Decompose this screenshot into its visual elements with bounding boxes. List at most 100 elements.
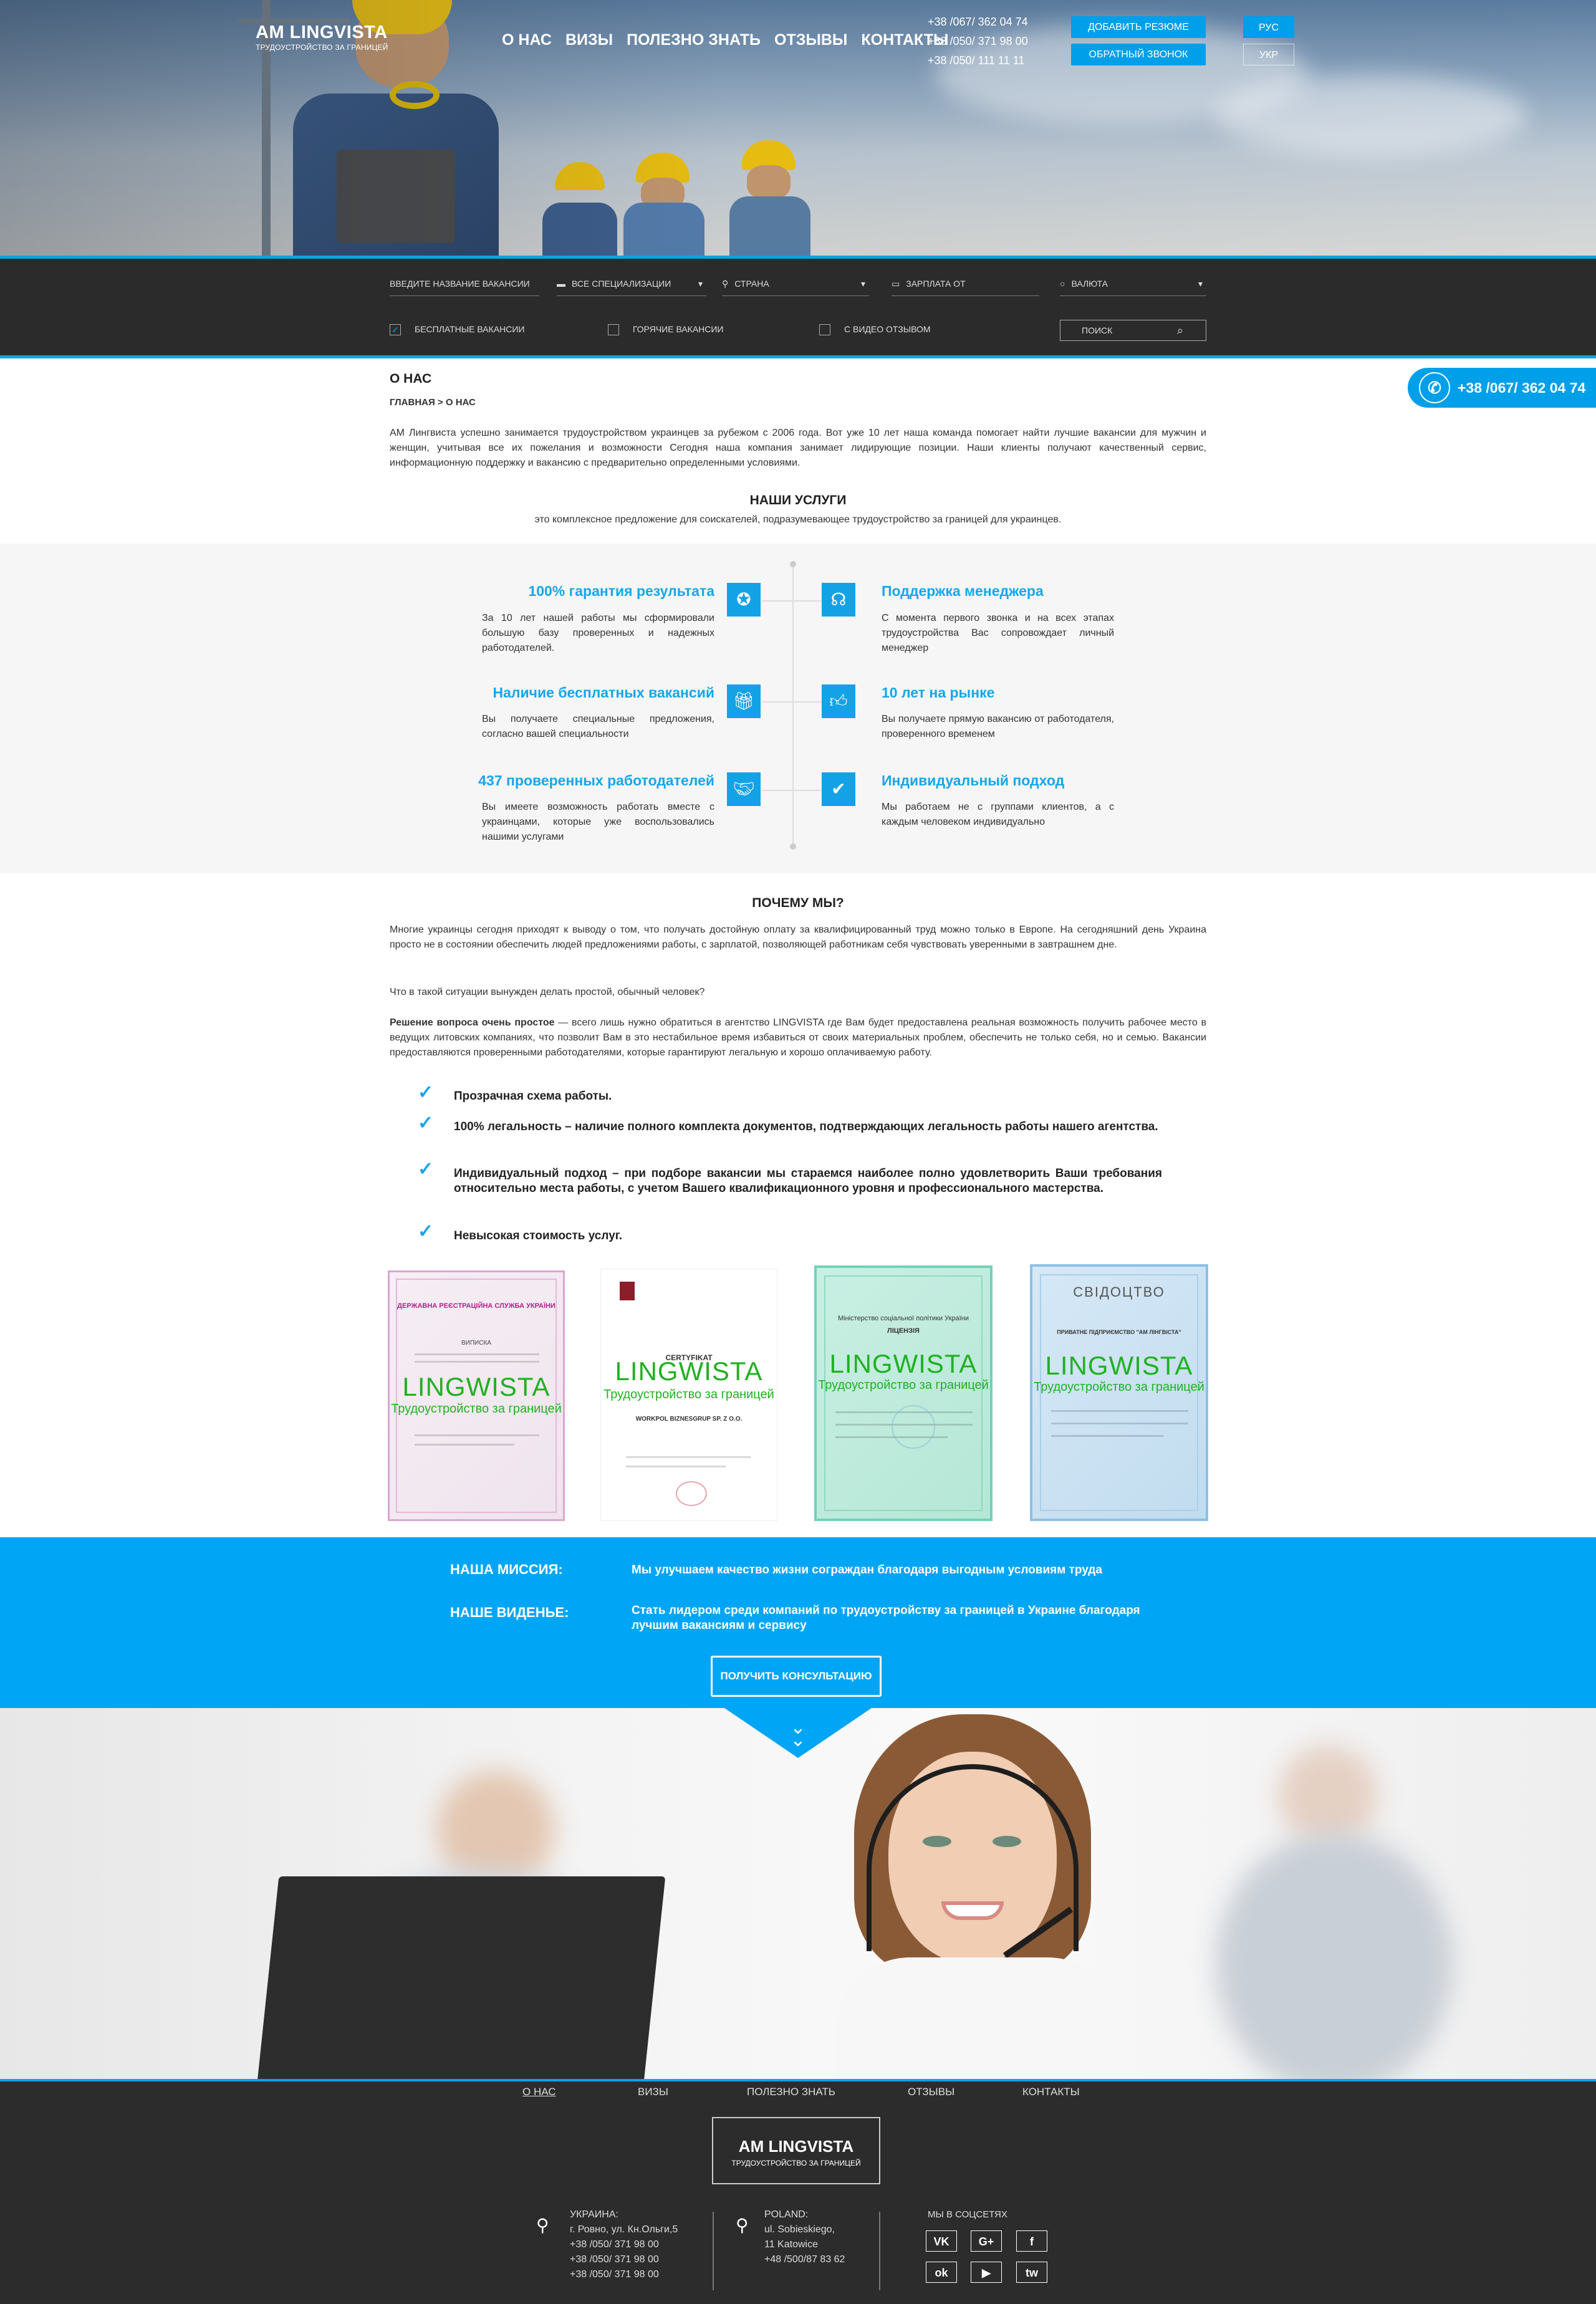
callback-button[interactable]: ОБРАТНЫЙ ЗВОНОК	[1071, 44, 1206, 65]
mission-label: НАША МИССИЯ:	[450, 1562, 563, 1577]
vacancy-search-input[interactable]: ВВЕДИТЕ НАЗВАНИЕ ВАКАНСИИ	[390, 271, 539, 296]
logo-title: AM LINGVISTA	[256, 22, 388, 42]
odnoklassniki-icon[interactable]: ok	[926, 2262, 957, 2283]
certificate-watermark-sub: Трудоустройство за границей	[603, 1388, 774, 1401]
search-box[interactable]: ПОИСК ⌕	[1060, 320, 1206, 341]
timeline-dot	[790, 561, 796, 567]
add-resume-button[interactable]: ДОБАВИТЬ РЕЗЮМЕ	[1071, 16, 1206, 38]
lang-ru-button[interactable]: РУС	[1243, 16, 1294, 38]
services-section	[0, 544, 1596, 873]
footer-nav-visas[interactable]: ВИЗЫ	[638, 2086, 668, 2098]
header-logo[interactable]: AM LINGVISTA ТРУДОУСТРОЙСТВО ЗА ГРАНИЦЕЙ	[256, 22, 388, 52]
checkbox-label: БЕСПЛАТНЫЕ ВАКАНСИИ	[415, 324, 525, 334]
twitter-icon[interactable]: tw	[1016, 2262, 1047, 2283]
phone-number[interactable]: +38 /050/ 111 11 11	[928, 51, 1028, 70]
nav-about[interactable]: О НАС	[502, 31, 552, 49]
award-icon: ✪	[727, 583, 761, 617]
service-title: Индивидуальный подход	[882, 772, 1065, 789]
certificate-image[interactable]: Міністерство соціальної політики України…	[814, 1265, 993, 1521]
service-text: За 10 лет нашей работы мы сформировали б…	[482, 613, 714, 653]
footer-logo-title: AM LINGVISTA	[738, 2137, 854, 2156]
address-phone[interactable]: +48 /500/87 83 62	[764, 2252, 845, 2267]
certificate-heading: ДЕРЖАВНА РЕЄСТРАЦІЙНА СЛУЖБА УКРАЇНИ	[397, 1302, 555, 1310]
footer-nav-reviews[interactable]: ОТЗЫВЫ	[908, 2086, 954, 2098]
footer-nav-useful[interactable]: ПОЛЕЗНО ЗНАТЬ	[747, 2086, 835, 2098]
salary-input[interactable]: ▭ ЗАРПЛАТА ОТ	[892, 271, 1039, 296]
solution-bold: Решение вопроса очень простое	[390, 1017, 555, 1028]
service-title: Поддержка менеджера	[882, 583, 1044, 599]
monitor-shape	[257, 1876, 666, 2079]
call-widget[interactable]: ✆ +38 /067/ 362 04 74	[1408, 368, 1596, 408]
gift-icon: 🎁︎	[727, 684, 761, 718]
caret-down-icon: ▾	[698, 279, 703, 289]
currency-select[interactable]: ○ ВАЛЮТА ▾	[1060, 271, 1206, 296]
user-check-icon: ✔	[822, 772, 855, 806]
video-review-checkbox[interactable]: С ВИДЕО ОТЗЫВОМ	[819, 322, 931, 336]
benefit-item: Невысокая стоимость услуг.	[454, 1229, 623, 1242]
breadcrumb[interactable]: ГЛАВНАЯ > О НАС	[390, 397, 476, 408]
lang-ua-button[interactable]: УКР	[1243, 44, 1294, 65]
nav-useful[interactable]: ПОЛЕЗНО ЗНАТЬ	[627, 31, 761, 49]
certificate-heading: СВІДОЦТВО	[1073, 1284, 1165, 1300]
certificate-subheading: ПРИВАТНЕ ПІДПРИЄМСТВО "АМ ЛІНГВІСТА"	[1057, 1329, 1181, 1335]
address-phone[interactable]: +38 /050/ 371 98 00	[570, 2252, 678, 2267]
country-select[interactable]: ⚲ СТРАНА ▾	[722, 271, 869, 296]
main-nav: О НАС ВИЗЫ ПОЛЕЗНО ЗНАТЬ ОТЗЫВЫ КОНТАКТЫ	[502, 31, 963, 49]
footer-logo[interactable]: AM LINGVISTA ТРУДОУСТРОЙСТВО ЗА ГРАНИЦЕЙ	[712, 2117, 880, 2184]
service-title: 10 лет на рынке	[882, 684, 995, 701]
hot-vacancies-checkbox[interactable]: ГОРЯЧИЕ ВАКАНСИИ	[608, 322, 724, 336]
facebook-icon[interactable]: f	[1016, 2230, 1047, 2252]
footer-nav-about[interactable]: О НАС	[522, 2086, 555, 2098]
ukraine-address: УКРАИНА: г. Ровно, ул. Кн.Ольги,5 +38 /0…	[570, 2207, 678, 2282]
checkbox-icon	[819, 324, 830, 336]
search-panel: ВВЕДИТЕ НАЗВАНИЕ ВАКАНСИИ ▬ ВСЕ СПЕЦИАЛИЗ…	[0, 256, 1596, 358]
checkbox-label: ГОРЯЧИЕ ВАКАНСИИ	[633, 324, 724, 334]
consultation-button[interactable]: ПОЛУЧИТЬ КОНСУЛЬТАЦИЮ	[711, 1656, 882, 1697]
address-phone[interactable]: +38 /050/ 371 98 00	[570, 2267, 678, 2282]
certificate-image[interactable]: ДЕРЖАВНА РЕЄСТРАЦІЙНА СЛУЖБА УКРАЇНИ ВИП…	[388, 1270, 565, 1521]
free-vacancies-checkbox[interactable]: ✓ БЕСПЛАТНЫЕ ВАКАНСИИ	[390, 322, 524, 336]
operator-woman	[829, 1714, 1128, 2079]
service-text: Вы получаете специальные предложения, со…	[482, 714, 714, 739]
youtube-icon[interactable]: ▶	[971, 2262, 1002, 2283]
logo-subtitle: ТРУДОУСТРОЙСТВО ЗА ГРАНИЦЕЙ	[256, 43, 388, 52]
phone-number[interactable]: +38 /050/ 371 98 00	[928, 32, 1028, 51]
address-line: УКРАИНА:	[570, 2209, 618, 2220]
why-question: Что в такой ситуации вынужден делать про…	[390, 987, 705, 997]
why-solution: Решение вопроса очень простое — всего ли…	[390, 1015, 1206, 1060]
certificate-watermark: LINGWISTA	[1045, 1351, 1193, 1380]
footer-nav-contacts[interactable]: КОНТАКТЫ	[1022, 2086, 1080, 2098]
call-widget-phone: +38 /067/ 362 04 74	[1458, 380, 1586, 396]
google-plus-icon[interactable]: G+	[971, 2230, 1002, 2252]
nav-reviews[interactable]: ОТЗЫВЫ	[774, 31, 847, 49]
service-text: Вы получаете прямую вакансию от работода…	[882, 714, 1114, 739]
certificate-subheading: ЛІЦЕНЗІЯ	[887, 1327, 920, 1335]
footer-divider	[713, 2212, 714, 2290]
search-icon[interactable]: ⌕	[1177, 320, 1183, 340]
address-line: POLAND:	[764, 2209, 809, 2220]
phone-number[interactable]: +38 /067/ 362 04 74	[928, 12, 1028, 32]
timeline-dot	[790, 843, 796, 850]
header-phones: +38 /067/ 362 04 74 +38 /050/ 371 98 00 …	[928, 12, 1028, 70]
footer-logo-subtitle: ТРУДОУСТРОЙСТВО ЗА ГРАНИЦЕЙ	[731, 2159, 861, 2167]
why-paragraph: Многие украинцы сегодня приходят к вывод…	[390, 924, 1206, 950]
benefit-item: 100% легальность – наличие полного компл…	[454, 1120, 1158, 1133]
certificate-subheading: ВИПИСКА	[461, 1340, 491, 1346]
search-placeholder: ПОИСК	[1082, 325, 1113, 335]
nav-visas[interactable]: ВИЗЫ	[565, 31, 613, 49]
service-text: С момента первого звонка и на всех этапа…	[882, 613, 1114, 653]
caret-down-icon: ▾	[1198, 279, 1203, 289]
vk-icon[interactable]: VK	[926, 2230, 957, 2252]
specialization-select[interactable]: ▬ ВСЕ СПЕЦИАЛИЗАЦИИ ▾	[557, 271, 706, 296]
operator-photo	[0, 1708, 1596, 2079]
certificate-image[interactable]: СВІДОЦТВО ПРИВАТНЕ ПІДПРИЄМСТВО "АМ ЛІНГ…	[1030, 1264, 1208, 1521]
location-pin-icon: ⚲	[736, 2215, 749, 2235]
thumbs-up-icon: 👍︎	[822, 684, 855, 718]
certificate-image[interactable]: CERTYFIKAT WORKPOL BIZNESGRUP SP. Z O.O.…	[600, 1269, 777, 1521]
certificate-watermark: LINGWISTA	[615, 1356, 763, 1386]
chevron-down-icon: ⌄ ⌄	[790, 1717, 806, 1750]
address-phone[interactable]: +38 /050/ 371 98 00	[570, 2237, 678, 2252]
country-value: СТРАНА	[734, 279, 769, 289]
timeline-tick	[762, 600, 824, 602]
checkmark-icon: ✓	[418, 1113, 434, 1133]
